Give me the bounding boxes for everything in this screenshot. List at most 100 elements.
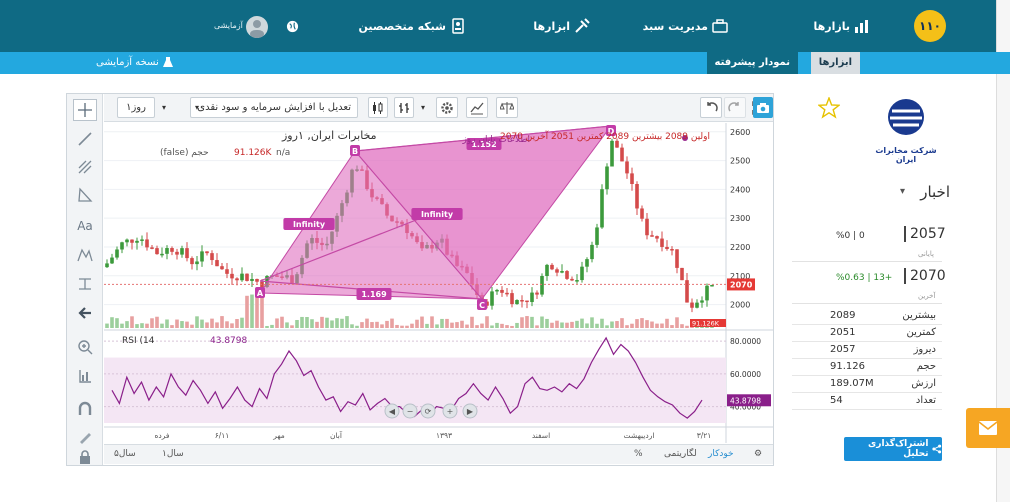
close-price-label: پایانی bbox=[918, 250, 934, 258]
stat-value: 2051 bbox=[830, 327, 856, 338]
volume-bar bbox=[115, 318, 119, 328]
settings-button[interactable] bbox=[436, 97, 458, 118]
volume-bar bbox=[260, 293, 264, 328]
globe-icon[interactable] bbox=[286, 20, 299, 33]
trendline-tool[interactable] bbox=[73, 128, 97, 150]
top-nav-bar: ۱۱۰ بازارها مدیریت سبد ابزارها شبکه متخص… bbox=[0, 0, 1010, 52]
share-icon bbox=[932, 444, 942, 454]
undo-button[interactable] bbox=[700, 97, 722, 118]
brush-tool[interactable] bbox=[73, 426, 97, 448]
volume-bar bbox=[335, 318, 339, 328]
volume-bar bbox=[640, 318, 644, 328]
candle-style-button[interactable] bbox=[368, 97, 388, 118]
rsi-legend-label: RSI (14 bbox=[122, 336, 155, 346]
candle-body bbox=[675, 249, 679, 268]
snapshot-button[interactable] bbox=[753, 97, 773, 118]
trial-version-link[interactable]: نسخه آزمایشی bbox=[96, 57, 173, 68]
measure-bars-tool[interactable] bbox=[73, 365, 97, 387]
compare-button[interactable] bbox=[496, 97, 518, 118]
chart-title: مخابرات ایران, ۱روز bbox=[281, 129, 377, 142]
fib-tool[interactable] bbox=[73, 156, 97, 178]
volume-bar bbox=[445, 318, 449, 328]
volume-bar bbox=[380, 324, 384, 328]
interval-dropdown[interactable]: ▾ bbox=[157, 97, 171, 118]
news-dropdown-icon[interactable]: ▾ bbox=[900, 186, 905, 197]
volume-bar bbox=[490, 325, 494, 328]
volume-bar bbox=[305, 317, 309, 328]
adjustment-select[interactable]: تعدیل با افزایش سرمایه و سود نقدی bbox=[190, 97, 358, 118]
price-chart[interactable]: ABCD1.1521.169InfinityInfinity 200021002… bbox=[104, 123, 773, 443]
volume-bar bbox=[315, 321, 319, 328]
percent-scale-button[interactable]: % bbox=[634, 449, 643, 459]
volume-bar bbox=[325, 317, 329, 328]
close-price-change: %0 | 0 bbox=[836, 231, 865, 241]
user-avatar[interactable] bbox=[246, 16, 268, 38]
log-scale-button[interactable]: لگاریتمی bbox=[664, 449, 697, 459]
measure-tool[interactable] bbox=[73, 273, 97, 295]
zoom-tool[interactable] bbox=[73, 336, 97, 358]
volume-bar bbox=[130, 316, 134, 328]
volume-bar bbox=[210, 318, 214, 328]
undo-icon bbox=[707, 101, 718, 111]
stat-row: دیروز 2057 bbox=[792, 342, 942, 359]
pattern-tool[interactable] bbox=[73, 244, 97, 266]
candle-body bbox=[655, 236, 659, 239]
pattern-point-label: A bbox=[257, 289, 264, 298]
volume-bar bbox=[145, 323, 149, 328]
breadcrumb-advanced-chart[interactable]: نمودار پیشرفته bbox=[706, 52, 798, 74]
feedback-mail-tab[interactable] bbox=[966, 408, 1010, 448]
nav-portfolio[interactable]: مدیریت سبد bbox=[643, 17, 728, 35]
text-tool[interactable]: Aa bbox=[73, 215, 97, 237]
rsi-tick-label: 80.0000 bbox=[730, 337, 761, 346]
volume-bar bbox=[540, 316, 544, 328]
company-logo: شرکت مخابرات ایران bbox=[866, 97, 946, 164]
interval-select[interactable]: ۱روز bbox=[117, 97, 155, 118]
breadcrumb-tools[interactable]: ابزارها bbox=[810, 52, 860, 74]
auto-scale-button[interactable]: خودکار bbox=[708, 449, 734, 459]
time-tick-label: اردیبهشت bbox=[624, 431, 655, 440]
volume-bar bbox=[345, 316, 349, 328]
news-section-title[interactable]: اخبار bbox=[920, 183, 950, 201]
candle-body bbox=[245, 273, 249, 281]
volume-bar bbox=[645, 320, 649, 328]
redo-button[interactable] bbox=[724, 97, 746, 118]
volume-bar bbox=[600, 318, 604, 328]
polyline-tool[interactable] bbox=[73, 184, 97, 206]
chart-top-toolbar: ۱روز ▾ تعدیل با افزایش سرمایه و سود نقدی… bbox=[104, 94, 773, 122]
volume-bar bbox=[160, 323, 164, 328]
experts-icon bbox=[452, 18, 464, 34]
remove-drawings-tool[interactable] bbox=[73, 302, 97, 324]
nav-tools[interactable]: ابزارها bbox=[533, 17, 590, 35]
nav-markets-label: بازارها bbox=[813, 19, 850, 33]
favorite-star-icon[interactable] bbox=[818, 97, 840, 119]
candle-body bbox=[500, 289, 504, 293]
volume-bar bbox=[195, 316, 199, 328]
lock-tool[interactable] bbox=[73, 450, 97, 464]
brand-logo[interactable]: ۱۱۰ bbox=[914, 10, 946, 42]
camera-icon bbox=[757, 102, 769, 113]
candle-body bbox=[230, 273, 234, 279]
crosshair-tool[interactable] bbox=[73, 99, 97, 121]
range-5y-button[interactable]: ۵سال bbox=[114, 449, 136, 459]
volume-bar bbox=[400, 325, 404, 328]
nav-experts[interactable]: شبکه متخصصین bbox=[358, 17, 466, 35]
more-options-button[interactable]: ⚙ bbox=[754, 449, 762, 459]
last-price-change: %0.63 | 13+ bbox=[836, 273, 893, 283]
bar-style-button[interactable] bbox=[394, 97, 414, 118]
range-1y-button[interactable]: ۱سال bbox=[162, 449, 184, 459]
user-name[interactable]: آزمایشی bbox=[214, 21, 243, 30]
adjustment-dropdown[interactable]: ▾ bbox=[191, 97, 203, 118]
candle-body bbox=[650, 235, 654, 237]
share-analysis-button[interactable]: اشتراک‌گذاری تحلیل bbox=[844, 437, 942, 461]
crosshair-icon bbox=[78, 103, 92, 117]
candle-body bbox=[125, 239, 129, 243]
indicators-button[interactable] bbox=[466, 97, 488, 118]
pan-zoom-glyph: ▶ bbox=[467, 407, 474, 416]
magnet-tool[interactable] bbox=[73, 398, 97, 420]
interval-label: ۱روز bbox=[126, 102, 146, 113]
nav-markets[interactable]: بازارها bbox=[814, 17, 870, 35]
pattern-ratio-label: Infinity bbox=[421, 210, 454, 219]
mail-icon bbox=[978, 421, 998, 435]
chart-style-dropdown[interactable]: ▾ bbox=[416, 97, 430, 118]
candle-body bbox=[105, 263, 109, 268]
